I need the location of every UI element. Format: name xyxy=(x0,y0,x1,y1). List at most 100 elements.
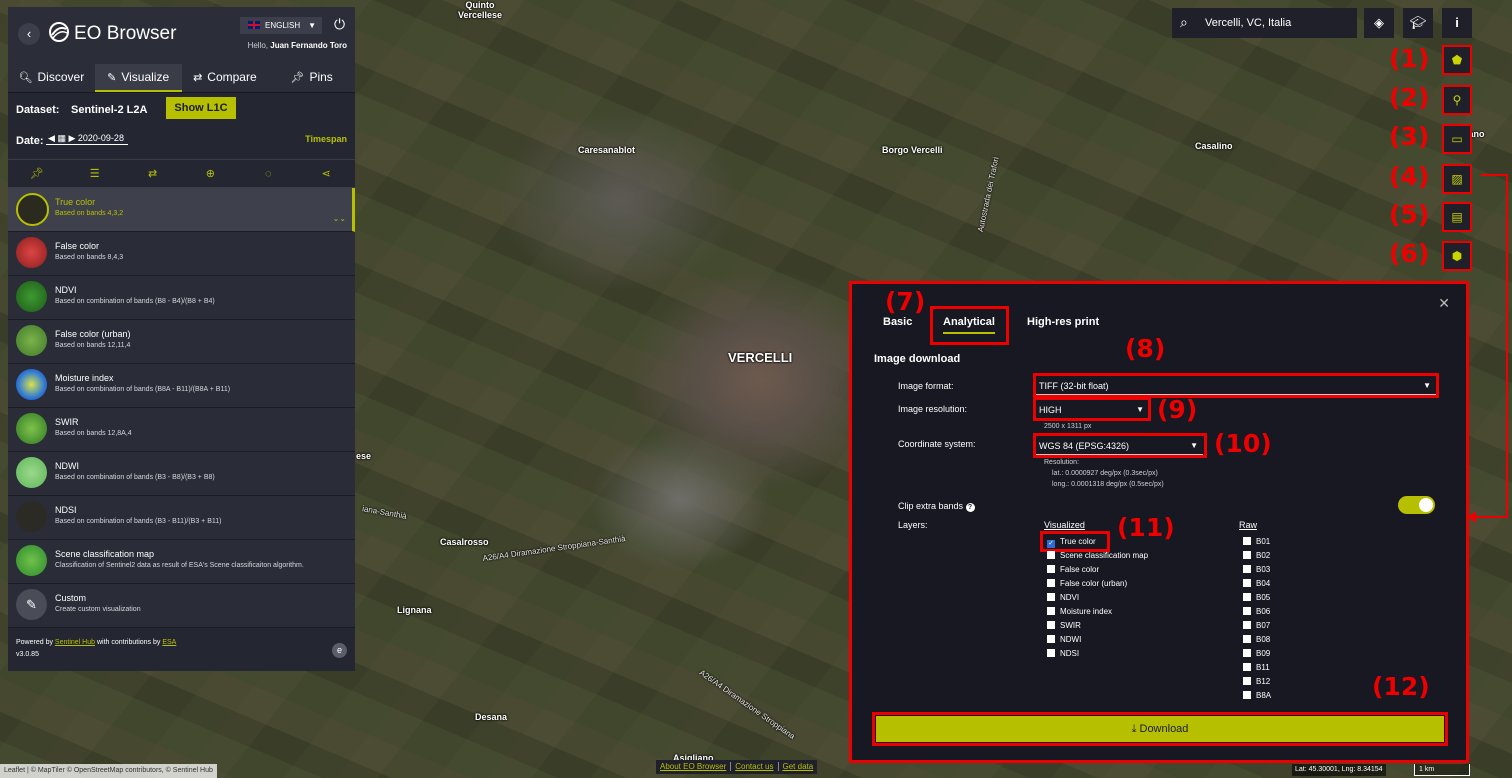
location-search[interactable]: ⌕ Vercelli, VC, Italia xyxy=(1172,8,1357,38)
aoi-polygon-icon[interactable]: ⬟ xyxy=(1442,45,1472,75)
search-input[interactable]: Vercelli, VC, Italia xyxy=(1205,17,1291,29)
graduation-cap-icon[interactable]: 🎓︎ xyxy=(1403,8,1433,38)
checkbox-b01[interactable]: B01 xyxy=(1243,535,1270,549)
annotation-number: (9) xyxy=(1157,395,1198,424)
timelapse-film-icon[interactable]: ▤ xyxy=(1442,202,1472,232)
checkbox-b12[interactable]: B12 xyxy=(1243,675,1270,689)
checkbox-icon[interactable] xyxy=(1243,565,1251,573)
poi-marker-icon[interactable]: ⚲ xyxy=(1442,85,1472,115)
double-chevron-down-icon[interactable]: ⌄⌄ xyxy=(333,214,346,223)
contact-link[interactable]: Contact us xyxy=(731,762,779,771)
crosshair-icon[interactable]: ⊕ xyxy=(200,167,220,180)
checkbox-icon[interactable] xyxy=(1047,579,1055,587)
layer-item-false-color-urban[interactable]: False color (urban) Based on bands 12,11,… xyxy=(8,320,355,364)
checkbox-b08[interactable]: B08 xyxy=(1243,633,1270,647)
download-button[interactable]: ⤓ Download xyxy=(876,716,1444,742)
checkbox-icon[interactable] xyxy=(1243,677,1251,685)
checkbox-b03[interactable]: B03 xyxy=(1243,563,1270,577)
checkbox-icon[interactable] xyxy=(1243,579,1251,587)
checkbox-b04[interactable]: B04 xyxy=(1243,577,1270,591)
layer-item-swir[interactable]: SWIR Based on bands 12,8A,4 xyxy=(8,408,355,452)
checkbox-icon[interactable] xyxy=(1047,607,1055,615)
checkbox-icon[interactable] xyxy=(1047,551,1055,559)
checkbox-ndwi[interactable]: NDWI xyxy=(1047,633,1081,647)
clip-toggle[interactable] xyxy=(1398,496,1435,514)
checkbox-b06[interactable]: B06 xyxy=(1243,605,1270,619)
show-l1c-button[interactable]: Show L1C xyxy=(166,97,236,119)
language-select[interactable]: ENGLISH ▼ xyxy=(240,17,322,34)
esa-link[interactable]: ESA xyxy=(162,639,176,646)
eye-slash-icon[interactable]: ◌ xyxy=(258,168,278,180)
calendar-icon[interactable]: ▦ xyxy=(57,133,66,143)
checkbox-checked-icon[interactable]: ✓ xyxy=(1047,540,1055,548)
3d-cube-icon[interactable]: ⬢ xyxy=(1442,241,1472,271)
next-date-icon[interactable]: ▶ xyxy=(68,133,75,143)
help-icon[interactable]: ? xyxy=(965,503,975,512)
checkbox-icon[interactable] xyxy=(1047,621,1055,629)
tab-compare[interactable]: ⇄ Compare xyxy=(182,64,269,92)
checkbox-b8a[interactable]: B8A xyxy=(1243,689,1271,703)
prev-date-icon[interactable]: ◀ xyxy=(48,133,55,143)
back-icon[interactable]: ‹ xyxy=(18,23,40,45)
layer-item-false-color[interactable]: False color Based on bands 8,4,3 xyxy=(8,232,355,276)
checkbox-icon[interactable] xyxy=(1243,663,1251,671)
checkbox-false-color[interactable]: False color xyxy=(1047,563,1099,577)
info-icon[interactable]: i xyxy=(1442,8,1472,38)
checkbox-icon[interactable] xyxy=(1047,649,1055,657)
tab-discover[interactable]: 🔍︎ Discover xyxy=(8,64,95,92)
checkbox-b09[interactable]: B09 xyxy=(1243,647,1270,661)
image-download-icon[interactable]: ▨ xyxy=(1442,164,1472,194)
checkbox-moisture-index[interactable]: Moisture index xyxy=(1047,605,1112,619)
layer-item-true-color[interactable]: True color Based on bands 4,3,2 ⌄⌄ xyxy=(8,188,355,232)
checkbox-icon[interactable] xyxy=(1047,593,1055,601)
pin-icon[interactable]: 📌︎ xyxy=(27,167,47,180)
ruler-icon[interactable]: ▭ xyxy=(1442,124,1472,154)
layer-item-custom[interactable]: ✎ Custom Create custom visualization xyxy=(8,584,355,628)
checkbox-icon[interactable] xyxy=(1243,691,1251,699)
lat-resolution: lat.: 0.0000927 deg/px (0.3sec/px) xyxy=(1052,470,1158,477)
checkbox-icon[interactable] xyxy=(1243,551,1251,559)
close-icon[interactable]: ✕ xyxy=(1438,295,1450,312)
sliders-icon[interactable]: ☰ xyxy=(85,167,105,180)
map-label-borgo-vercelli: Borgo Vercelli xyxy=(882,145,943,155)
checkbox-scene-classification[interactable]: Scene classification map xyxy=(1047,549,1148,563)
layer-toolbar: 📌︎ ☰ ⇄ ⊕ ◌ ⋖ xyxy=(8,159,355,188)
checkbox-icon[interactable] xyxy=(1243,621,1251,629)
checkbox-b11[interactable]: B11 xyxy=(1243,661,1270,675)
checkbox-icon[interactable] xyxy=(1243,607,1251,615)
sentinel-hub-link[interactable]: Sentinel Hub xyxy=(55,639,95,646)
checkbox-false-color-urban[interactable]: False color (urban) xyxy=(1047,577,1127,591)
checkbox-ndvi[interactable]: NDVI xyxy=(1047,591,1079,605)
date-picker[interactable]: ◀ ▦ ▶ 2020-09-28 xyxy=(46,133,128,145)
checkbox-true-color[interactable]: ✓ True color xyxy=(1047,535,1096,549)
checkbox-icon[interactable] xyxy=(1243,649,1251,657)
checkbox-icon[interactable] xyxy=(1243,635,1251,643)
layers-icon[interactable]: ◈ xyxy=(1364,8,1394,38)
layer-item-ndvi[interactable]: NDVI Based on combination of bands (B8 - … xyxy=(8,276,355,320)
about-link[interactable]: About EO Browser xyxy=(656,762,732,771)
checkbox-icon[interactable] xyxy=(1047,635,1055,643)
layer-thumbnail xyxy=(16,457,47,488)
checkbox-b05[interactable]: B05 xyxy=(1243,591,1270,605)
checkbox-icon[interactable] xyxy=(1047,565,1055,573)
checkbox-icon[interactable] xyxy=(1243,537,1251,545)
checkbox-b02[interactable]: B02 xyxy=(1243,549,1270,563)
checkbox-ndsi[interactable]: NDSI xyxy=(1047,647,1079,661)
power-icon[interactable]: ⏻ xyxy=(334,16,345,33)
checkbox-swir[interactable]: SWIR xyxy=(1047,619,1081,633)
layer-item-scene-classification[interactable]: Scene classification map Classification o… xyxy=(8,540,355,584)
timespan-link[interactable]: Timespan xyxy=(305,134,347,144)
eo-icon[interactable]: e xyxy=(332,643,347,658)
share-icon[interactable]: ⋖ xyxy=(316,167,336,180)
layer-item-ndsi[interactable]: NDSI Based on combination of bands (B3 - … xyxy=(8,496,355,540)
tab-visualize[interactable]: ✎ Visualize xyxy=(94,64,182,92)
checkbox-b07[interactable]: B07 xyxy=(1243,619,1270,633)
tab-pins[interactable]: 📌︎ Pins xyxy=(268,64,355,92)
tab-high-res-print[interactable]: High-res print xyxy=(1027,316,1099,328)
layer-item-moisture-index[interactable]: Moisture index Based on combination of ba… xyxy=(8,364,355,408)
checkbox-icon[interactable] xyxy=(1243,593,1251,601)
get-data-link[interactable]: Get data xyxy=(779,762,818,771)
tab-basic[interactable]: Basic xyxy=(883,316,912,328)
compare-icon[interactable]: ⇄ xyxy=(143,167,163,180)
layer-item-ndwi[interactable]: NDWI Based on combination of bands (B3 - … xyxy=(8,452,355,496)
